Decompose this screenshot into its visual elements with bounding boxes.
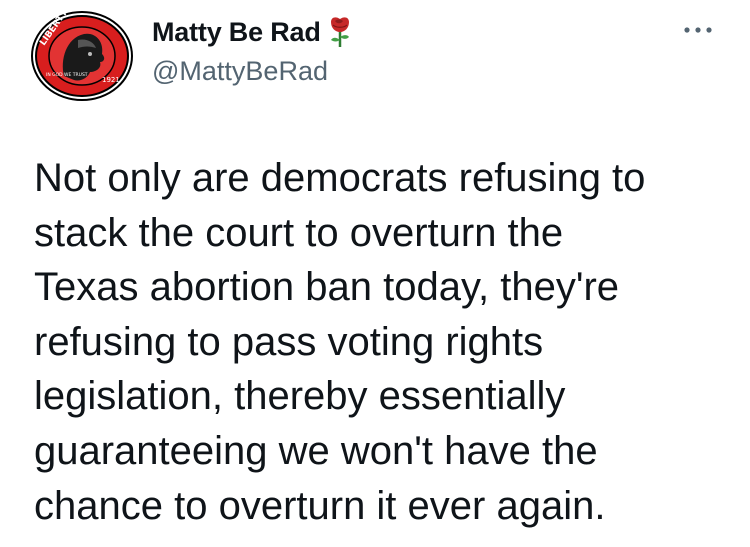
display-name[interactable]: Matty Be Rad xyxy=(152,17,321,48)
author-name-row[interactable]: Matty Be Rad xyxy=(152,16,353,48)
svg-text:1921: 1921 xyxy=(102,76,120,84)
author-handle[interactable]: @MattyBeRad xyxy=(152,56,328,87)
rose-emoji-icon xyxy=(327,16,353,48)
svg-text:IN GOD WE TRUST: IN GOD WE TRUST xyxy=(46,72,88,78)
more-options-button[interactable] xyxy=(680,18,716,42)
more-horizontal-icon xyxy=(683,26,713,34)
tweet-card: LIBERTY IN GOD WE TRUST 1921 Matty Be Ra… xyxy=(0,0,750,547)
tweet-text: Not only are democrats refusing to stack… xyxy=(34,156,646,528)
avatar[interactable]: LIBERTY IN GOD WE TRUST 1921 xyxy=(30,10,134,102)
avatar-coin-image: LIBERTY IN GOD WE TRUST 1921 xyxy=(31,10,133,101)
